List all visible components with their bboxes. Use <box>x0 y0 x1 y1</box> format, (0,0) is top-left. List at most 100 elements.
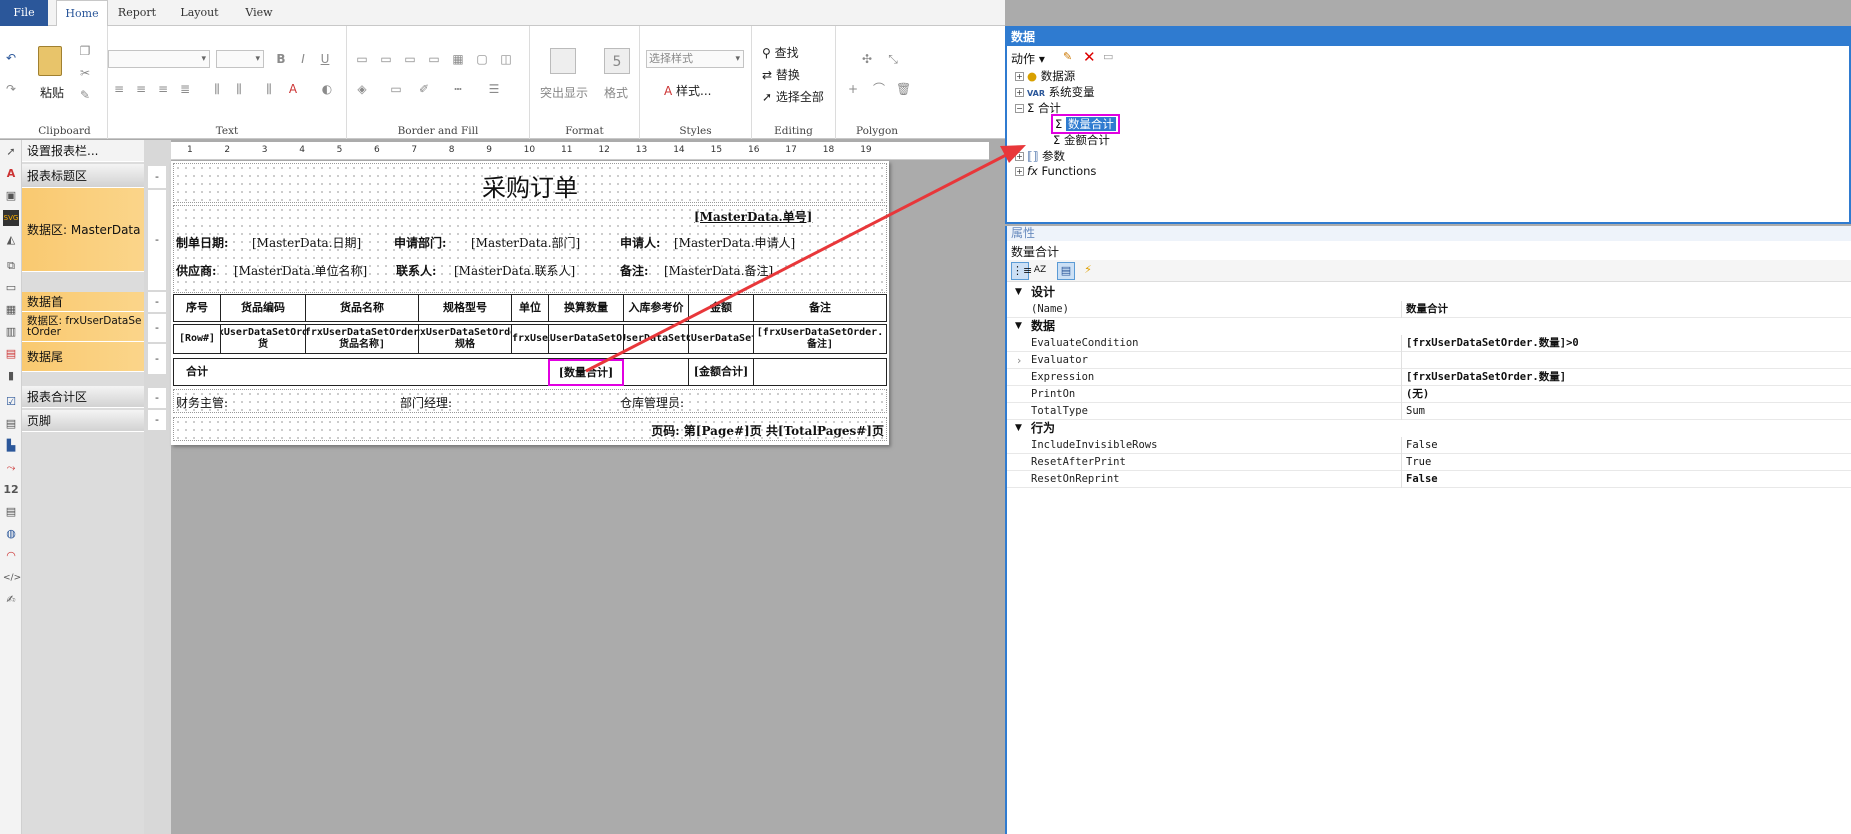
text-file-tool-icon[interactable]: ▤ <box>3 504 19 520</box>
border-top-icon[interactable]: ▭ <box>355 52 369 66</box>
html-tool-icon[interactable]: </> <box>3 570 21 586</box>
justify-icon[interactable]: ≣ <box>178 82 192 96</box>
border-bottom-icon[interactable]: ▭ <box>379 52 393 66</box>
expand-icon[interactable]: + <box>1015 88 1024 97</box>
tab-layout[interactable]: Layout <box>172 0 227 26</box>
format-button[interactable]: 格式 <box>604 84 628 101</box>
header-cell[interactable]: 金额 <box>688 294 754 322</box>
page-footer-band[interactable]: 页码: 第[Page#]页 共[TotalPages#]页 <box>173 417 887 441</box>
expand-icon[interactable]: + <box>1015 152 1024 161</box>
paste-button[interactable]: 粘贴 <box>40 84 64 101</box>
replace-button[interactable]: ⇄ 替换 <box>762 66 800 83</box>
date-label[interactable]: 制单日期: <box>176 234 228 251</box>
category-behavior[interactable]: ▼ 行为 <box>1007 420 1851 437</box>
italic-icon[interactable]: I <box>296 52 310 66</box>
band-toggle[interactable]: - <box>148 292 166 312</box>
dept-field[interactable]: [MasterData.部门] <box>471 234 580 251</box>
svg-tool-icon[interactable]: SVG <box>3 210 19 226</box>
header-cell[interactable]: 货品名称 <box>305 294 419 322</box>
band-report-summary[interactable]: 报表合计区 <box>22 386 144 408</box>
header-cell[interactable]: 换算数量 <box>548 294 624 322</box>
format-icon[interactable]: 5 <box>604 48 630 74</box>
find-button[interactable]: ⚲ 查找 <box>762 44 799 61</box>
format-painter-icon[interactable]: ✎ <box>78 88 92 102</box>
property-value[interactable]: Sum <box>1401 403 1851 420</box>
property-row[interactable]: Expression [frxUserDataSetOrder.数量] <box>1007 369 1851 386</box>
fill-icon[interactable]: ◈ <box>355 82 369 96</box>
shape-tool-icon[interactable]: ◭ <box>3 232 19 248</box>
collapse-icon[interactable]: ▼ <box>1015 420 1022 437</box>
category-design[interactable]: ▼ 设计 <box>1007 284 1851 301</box>
header-cell[interactable]: 入库参考价 <box>623 294 689 322</box>
select-tool-icon[interactable]: ➚ <box>3 144 19 160</box>
property-row[interactable]: IncludeInvisibleRows False <box>1007 437 1851 454</box>
order-no-field[interactable]: [MasterData.单号] <box>694 208 812 225</box>
report-title[interactable]: 采购订单 <box>174 168 886 203</box>
applicant-field[interactable]: [MasterData.申请人] <box>674 234 795 251</box>
detail-cell[interactable]: [frxUserDataSetOrder <box>548 324 624 354</box>
tree-item-qty-total[interactable]: Σ 数量合计 <box>1051 114 1120 134</box>
copy-icon[interactable]: ❐ <box>78 44 92 58</box>
edit-icon[interactable]: ✎ <box>1063 50 1072 63</box>
tree-item-amount-total[interactable]: Σ 金额合计 <box>1053 132 1110 148</box>
tab-file[interactable]: File <box>0 0 48 26</box>
master-data-band[interactable]: [MasterData.单号] 制单日期: [MasterData.日期] 申请… <box>173 205 887 293</box>
contact-label[interactable]: 联系人: <box>396 262 436 279</box>
property-value[interactable] <box>1401 352 1851 369</box>
finance-label[interactable]: 财务主管: <box>176 394 228 411</box>
number-tool-icon[interactable]: 12 <box>3 482 19 498</box>
line-width-icon[interactable]: ☰ <box>487 82 501 96</box>
band-toggle[interactable]: - <box>148 190 166 290</box>
picture-tool-icon[interactable]: ▣ <box>3 188 19 204</box>
detail-cell[interactable]: [frxUserDataSetOrder.货 <box>220 324 306 354</box>
total-amount-field[interactable]: [金额合计] <box>688 358 754 386</box>
expand-icon[interactable]: › <box>1017 352 1021 369</box>
detail-cell[interactable]: [frxUserDataSetOrder.规格 <box>418 324 512 354</box>
detail-cell[interactable]: [frxUserDataSetOrder.备注] <box>753 324 887 354</box>
collapse-icon[interactable]: ▼ <box>1015 318 1022 335</box>
detail-cell[interactable]: [frxUser <box>511 324 549 354</box>
report-title-band[interactable]: 采购订单 <box>173 163 887 203</box>
header-cell[interactable]: 备注 <box>753 294 887 322</box>
scale-icon[interactable]: ⤡ <box>886 52 900 66</box>
delete-icon[interactable]: ✕ <box>1083 48 1096 66</box>
detail-cell[interactable]: [frxUserDataSetOrder.货品名称] <box>305 324 419 354</box>
tree-item-functions[interactable]: + fx Functions <box>1015 164 1096 178</box>
cut-icon[interactable]: ✂ <box>78 66 92 80</box>
tree-item-datasources[interactable]: + ● 数据源 <box>1015 68 1075 84</box>
fill-style-icon[interactable]: ▭ <box>389 82 403 96</box>
header-cell[interactable]: 单位 <box>511 294 549 322</box>
property-row[interactable]: (Name) 数量合计 <box>1007 301 1851 318</box>
band-report-title[interactable]: 报表标题区 <box>22 164 144 188</box>
style-combo[interactable]: 选择样式 <box>646 50 744 68</box>
highlight-button[interactable]: 突出显示 <box>540 84 588 101</box>
detail-cell[interactable]: [Row#] <box>173 324 221 354</box>
supplier-field[interactable]: [MasterData.单位名称] <box>234 262 367 279</box>
properties-view-icon[interactable]: ▤ <box>1057 262 1075 280</box>
summary-band[interactable]: 财务主管: 部门经理: 仓库管理员: <box>173 389 887 413</box>
categorized-icon[interactable]: ⋮≡ <box>1011 262 1032 280</box>
page-number-field[interactable]: 页码: 第[Page#]页 共[TotalPages#]页 <box>651 422 884 439</box>
border-all-icon[interactable]: ▦ <box>451 52 465 66</box>
delete-point-icon[interactable]: 🗑 <box>896 82 911 96</box>
line-color-icon[interactable]: ✐ <box>417 82 431 96</box>
valign-top-icon[interactable]: ⫼ <box>210 82 224 96</box>
band-toggle[interactable]: - <box>148 344 166 374</box>
tab-report[interactable]: Report <box>112 0 162 26</box>
properties-icon[interactable]: ▭ <box>1103 50 1113 63</box>
border-left-icon[interactable]: ▭ <box>403 52 417 66</box>
contact-field[interactable]: [MasterData.联系人] <box>454 262 575 279</box>
move-point-icon[interactable]: ✣ <box>860 52 874 66</box>
band-toggle[interactable]: - <box>148 388 166 408</box>
band-detail-data[interactable]: 数据区: frxUserDataSetOrder <box>22 312 144 342</box>
property-value[interactable]: [frxUserDataSetOrder.数量]>0 <box>1401 335 1851 352</box>
align-left-icon[interactable]: ≡ <box>112 82 126 96</box>
band-data-footer[interactable]: 数据尾 <box>22 342 144 372</box>
events-icon[interactable]: ⚡ <box>1079 262 1097 280</box>
applicant-label[interactable]: 申请人: <box>620 234 660 251</box>
tab-home[interactable]: Home <box>56 0 108 27</box>
remark-label[interactable]: 备注: <box>620 262 648 279</box>
underline-icon[interactable]: U <box>318 52 332 66</box>
expand-icon[interactable]: + <box>1015 72 1024 81</box>
dept-label[interactable]: 申请部门: <box>394 234 446 251</box>
